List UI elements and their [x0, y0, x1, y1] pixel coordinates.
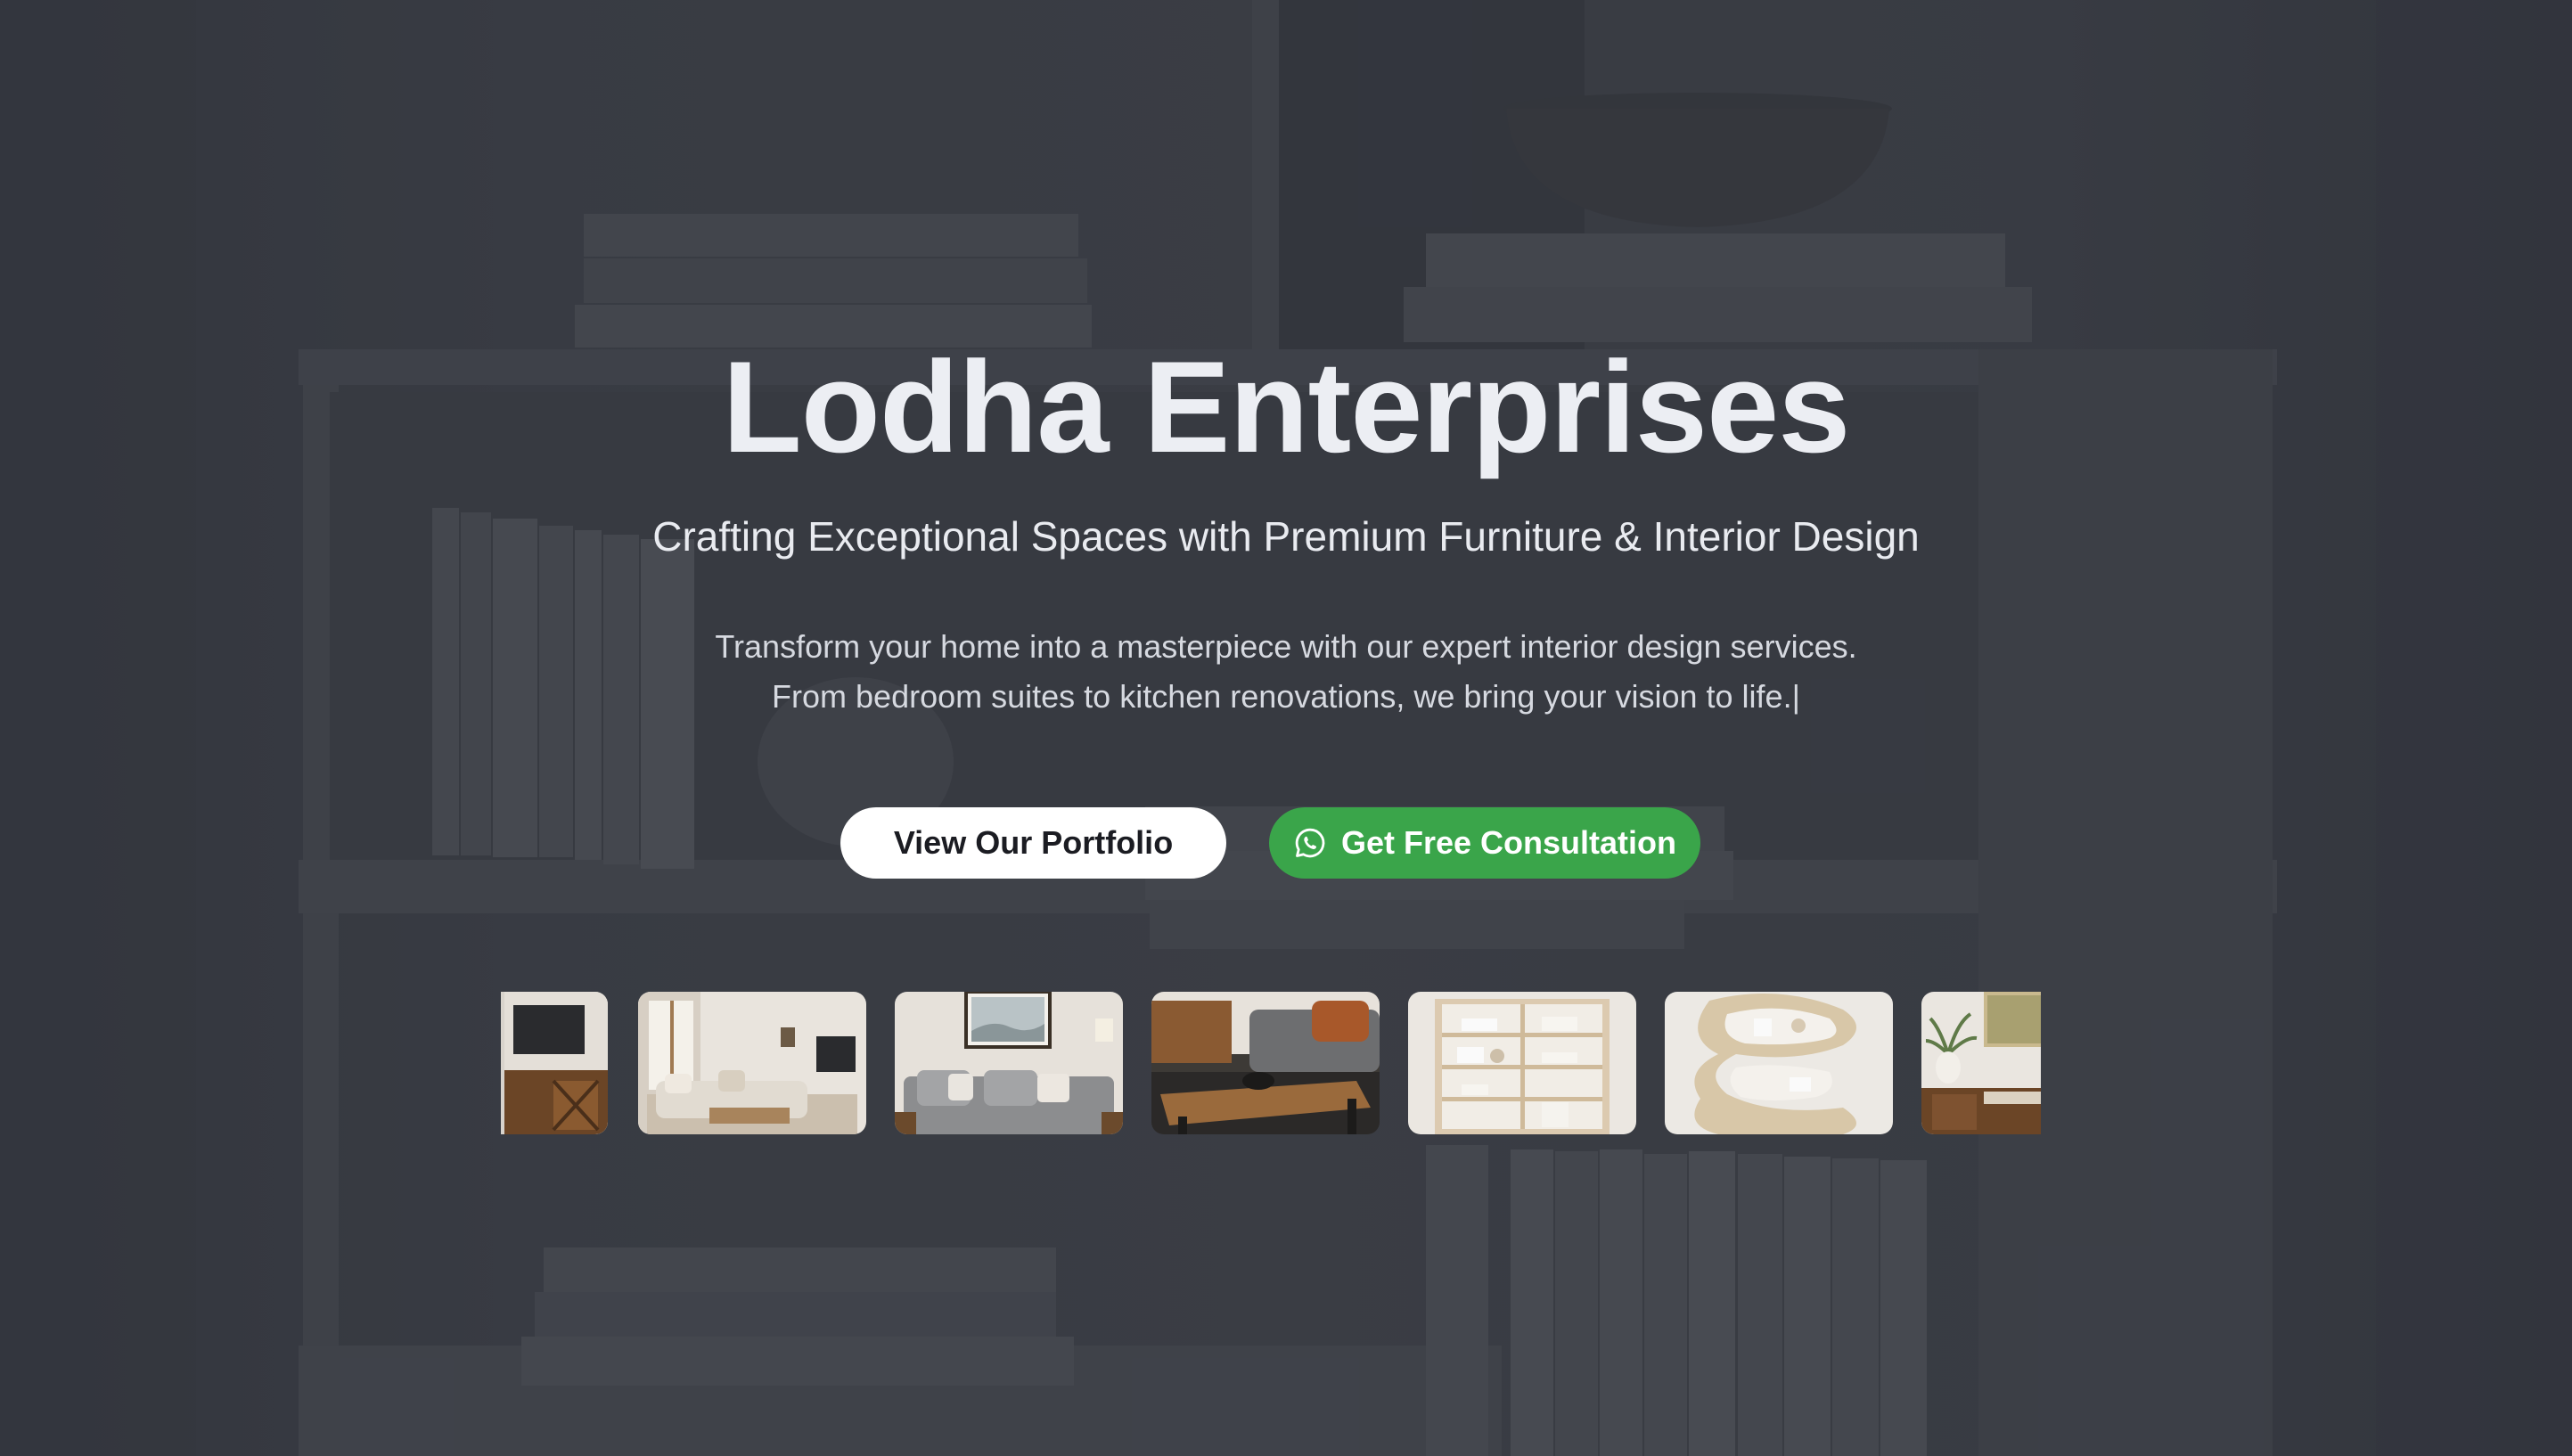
company-title: Lodha Enterprises [722, 334, 1851, 479]
view-portfolio-button[interactable]: View Our Portfolio [840, 807, 1226, 879]
whatsapp-icon [1295, 828, 1325, 858]
bookshelf-thumbnail[interactable] [1408, 992, 1636, 1134]
get-consultation-label: Get Free Consultation [1340, 824, 1677, 861]
portfolio-gallery-carousel[interactable] [501, 992, 2041, 1134]
view-portfolio-label: View Our Portfolio [893, 824, 1174, 861]
grey-sofa-thumbnail[interactable] [895, 992, 1123, 1134]
living-room-thumbnail[interactable] [638, 992, 866, 1134]
get-consultation-button[interactable]: Get Free Consultation [1269, 807, 1700, 879]
typing-caret: | [1791, 678, 1800, 715]
side-table-plant-thumbnail[interactable] [1921, 992, 2041, 1134]
description-line-1: Transform your home into a masterpiece w… [715, 628, 1857, 665]
tv-cabinet-thumbnail[interactable] [501, 992, 608, 1134]
hero-content: Lodha Enterprises Crafting Exceptional S… [0, 0, 2572, 1456]
hero-subtitle: Crafting Exceptional Spaces with Premium… [652, 513, 1920, 560]
wave-shelf-thumbnail[interactable] [1665, 992, 1893, 1134]
hero-section: Lodha Enterprises Crafting Exceptional S… [0, 0, 2572, 1456]
description-line-2: From bedroom suites to kitchen renovatio… [0, 672, 2572, 722]
hero-description: Transform your home into a masterpiece w… [0, 622, 2572, 722]
description-line-2-text: From bedroom suites to kitchen renovatio… [772, 678, 1792, 715]
coffee-table-thumbnail[interactable] [1151, 992, 1380, 1134]
